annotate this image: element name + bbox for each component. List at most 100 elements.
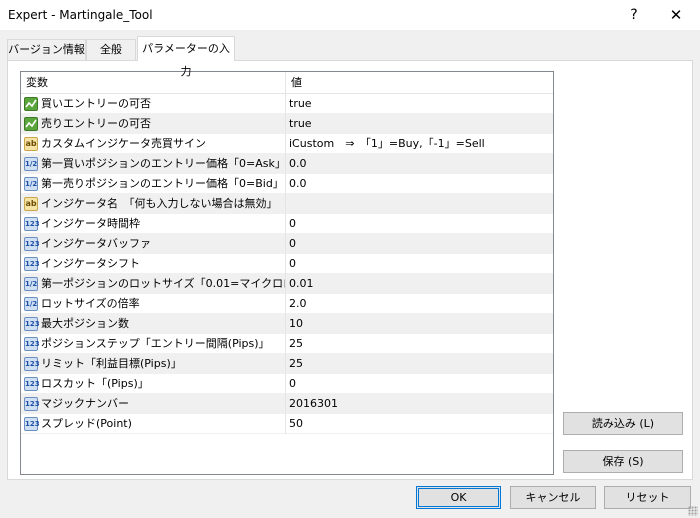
parameter-value[interactable]: 0 (287, 374, 553, 394)
parameter-name: リミット「利益目標(Pips)」 (41, 357, 182, 370)
parameter-value[interactable]: 0.0 (287, 154, 553, 174)
int-icon: 123 (24, 217, 40, 231)
reset-button[interactable]: リセット (604, 486, 691, 509)
resize-grip-icon[interactable] (688, 506, 698, 516)
parameter-name-cell: ab カスタムインジケータ売買サイン (21, 134, 286, 154)
parameter-name-cell: 123 ロスカット「(Pips)」 (21, 374, 286, 394)
table-row[interactable]: ab インジケータ名 「何も入力しない場合は無効」 (21, 194, 553, 214)
table-row[interactable]: 1/2 第一買いポジションのエントリー価格「0=Ask」 0.0 (21, 154, 553, 174)
parameter-value[interactable]: 2.0 (287, 294, 553, 314)
string-icon: ab (24, 137, 38, 151)
parameter-name: スプレッド(Point) (41, 417, 132, 430)
load-button[interactable]: 読み込み (L) (563, 412, 683, 435)
table-row[interactable]: 123 スプレッド(Point) 50 (21, 414, 553, 434)
parameter-name: インジケータ名 「何も入力しない場合は無効」 (41, 197, 278, 210)
parameter-name: ロスカット「(Pips)」 (41, 377, 149, 390)
bool-icon (24, 117, 38, 131)
tab-strip: バージョン情報 全般 パラメーターの入力 (0, 36, 700, 78)
parameter-name: 第一ポジションのロットサイズ「0.01=マイクロロット ... (41, 277, 285, 290)
parameter-value[interactable]: true (287, 114, 553, 134)
int-icon: 123 (24, 357, 40, 371)
table-row[interactable]: 123 ポジションステップ「エントリー間隔(Pips)」 25 (21, 334, 553, 354)
window-title: Expert - Martingale_Tool (8, 8, 153, 22)
table-row[interactable]: 123 マジックナンバー 2016301 (21, 394, 553, 414)
parameter-name: カスタムインジケータ売買サイン (41, 137, 206, 150)
table-row[interactable]: 1/2第一ポジションのロットサイズ「0.01=マイクロロット ...0.01 (21, 274, 553, 294)
parameter-value[interactable]: 0 (287, 254, 553, 274)
parameter-value[interactable]: 0.01 (287, 274, 553, 294)
parameter-name-cell: 1/2 第一買いポジションのエントリー価格「0=Ask」 (21, 154, 286, 174)
parameter-name-cell: 123 ポジションステップ「エントリー間隔(Pips)」 (21, 334, 286, 354)
int-icon: 123 (24, 317, 40, 331)
parameter-value[interactable] (287, 194, 553, 214)
tab-version-info[interactable]: バージョン情報 (7, 39, 86, 60)
table-row[interactable]: 123 ロスカット「(Pips)」 0 (21, 374, 553, 394)
parameter-name-cell: 買いエントリーの可否 (21, 94, 286, 114)
parameter-name: ロットサイズの倍率 (41, 297, 140, 310)
parameter-name: インジケータシフト (41, 257, 140, 270)
parameter-name-cell: 123 最大ポジション数 (21, 314, 286, 334)
parameter-name-cell: 1/2第一ポジションのロットサイズ「0.01=マイクロロット ... (21, 274, 286, 294)
column-header-variable[interactable]: 変数 (21, 72, 286, 94)
parameter-name-cell: 123 インジケータバッファ (21, 234, 286, 254)
int-icon: 123 (24, 257, 40, 271)
parameter-name: 買いエントリーの可否 (41, 97, 151, 110)
bool-icon (24, 97, 38, 111)
string-icon: ab (24, 197, 38, 211)
save-button[interactable]: 保存 (S) (563, 450, 683, 473)
parameter-value[interactable]: 0 (287, 234, 553, 254)
int-icon: 123 (24, 397, 40, 411)
int-icon: 123 (24, 377, 40, 391)
parameter-name-cell: 123 リミット「利益目標(Pips)」 (21, 354, 286, 374)
table-row[interactable]: 123 インジケータシフト 0 (21, 254, 553, 274)
parameter-name-cell: 1/2 ロットサイズの倍率 (21, 294, 286, 314)
parameter-value[interactable]: 25 (287, 334, 553, 354)
cancel-button[interactable]: キャンセル (510, 486, 596, 509)
parameter-value[interactable]: 50 (287, 414, 553, 434)
parameter-value[interactable]: 0.0 (287, 174, 553, 194)
parameter-value[interactable]: 25 (287, 354, 553, 374)
parameter-value[interactable]: true (287, 94, 553, 114)
parameter-name-cell: 123 インジケータシフト (21, 254, 286, 274)
tab-general[interactable]: 全般 (86, 39, 136, 60)
parameter-name: インジケータ時間枠 (41, 217, 140, 230)
parameter-name-cell: ab インジケータ名 「何も入力しない場合は無効」 (21, 194, 286, 214)
parameter-name: マジックナンバー (41, 397, 129, 410)
table-row[interactable]: 買いエントリーの可否 true (21, 94, 553, 114)
parameter-name-cell: 123 マジックナンバー (21, 394, 286, 414)
parameter-value[interactable]: 2016301 (287, 394, 553, 414)
table-row[interactable]: 1/2 ロットサイズの倍率 2.0 (21, 294, 553, 314)
int-icon: 123 (24, 337, 40, 351)
close-button[interactable]: ✕ (654, 0, 698, 30)
table-row[interactable]: 123 インジケータバッファ 0 (21, 234, 553, 254)
title-bar: Expert - Martingale_Tool ? ✕ (0, 0, 700, 30)
table-row[interactable]: 123 インジケータ時間枠 0 (21, 214, 553, 234)
column-header-value[interactable]: 値 (286, 72, 553, 94)
parameter-name: インジケータバッファ (41, 237, 151, 250)
double-icon: 1/2 (24, 297, 38, 311)
table-row[interactable]: 売りエントリーの可否 true (21, 114, 553, 134)
parameter-value[interactable]: iCustom ⇒ 「1」=Buy,「-1」=Sell (287, 134, 553, 154)
ok-button[interactable]: OK (416, 486, 501, 509)
table-body: 買いエントリーの可否 true 売りエントリーの可否 true ab カスタムインジケータ… (21, 94, 553, 434)
table-header: 変数 値 (21, 72, 553, 94)
parameter-name: ポジションステップ「エントリー間隔(Pips)」 (41, 337, 270, 350)
table-row[interactable]: 1/2 第一売りポジションのエントリー価格「0=Bid」 0.0 (21, 174, 553, 194)
parameter-value[interactable]: 0 (287, 214, 553, 234)
parameter-name: 売りエントリーの可否 (41, 117, 151, 130)
table-row[interactable]: 123 最大ポジション数 10 (21, 314, 553, 334)
parameter-value[interactable]: 10 (287, 314, 553, 334)
table-row[interactable]: ab カスタムインジケータ売買サイン iCustom ⇒ 「1」=Buy,「-1」=… (21, 134, 553, 154)
parameter-name-cell: 1/2 第一売りポジションのエントリー価格「0=Bid」 (21, 174, 286, 194)
table-row[interactable]: 123 リミット「利益目標(Pips)」 25 (21, 354, 553, 374)
help-button[interactable]: ? (612, 0, 656, 30)
parameter-name: 第一買いポジションのエントリー価格「0=Ask」 (41, 157, 286, 170)
tab-parameters[interactable]: パラメーターの入力 (137, 36, 235, 78)
parameter-name-cell: 売りエントリーの可否 (21, 114, 286, 134)
int-icon: 123 (24, 237, 40, 251)
parameter-name-cell: 123 インジケータ時間枠 (21, 214, 286, 234)
parameter-name-cell: 123 スプレッド(Point) (21, 414, 286, 434)
parameters-table[interactable]: 変数 値 買いエントリーの可否 true 売りエントリーの可否 true ab カスタムイ… (20, 71, 554, 475)
double-icon: 1/2 (24, 177, 38, 191)
double-icon: 1/2 (24, 157, 38, 171)
